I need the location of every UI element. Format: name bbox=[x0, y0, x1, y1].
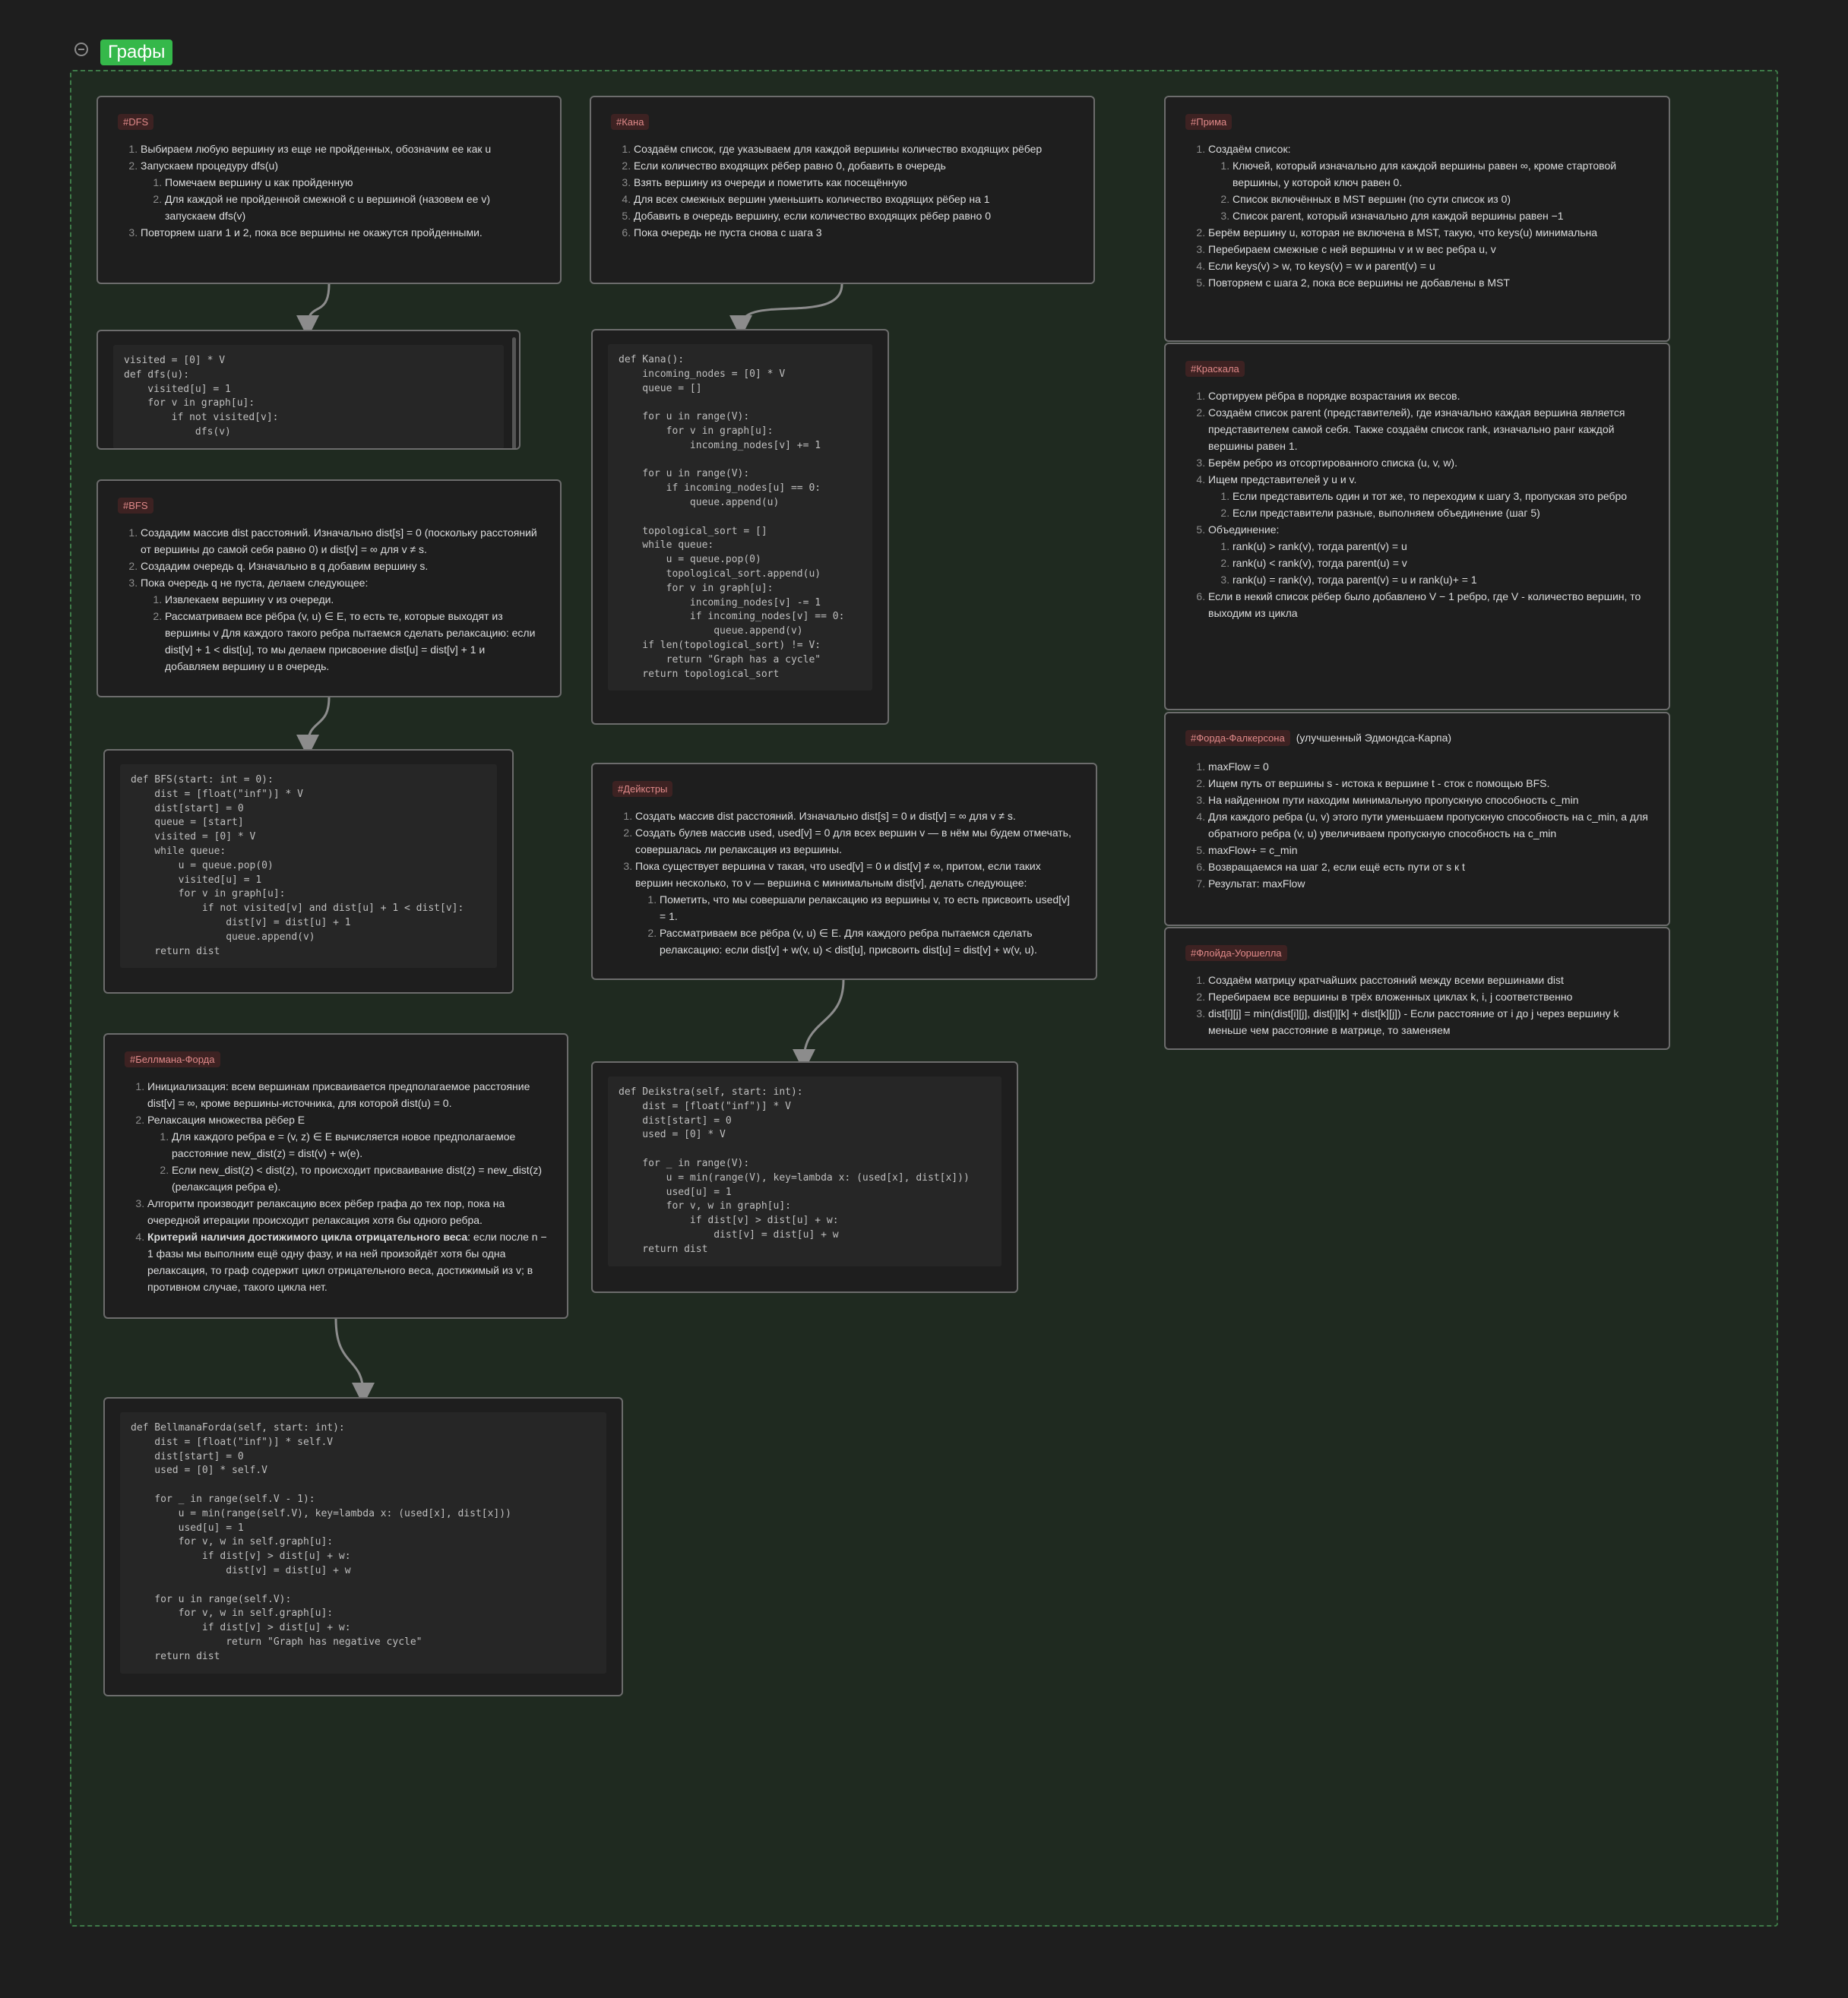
list-item: maxFlow+ = c_min bbox=[1208, 842, 1649, 858]
card-floyd[interactable]: #Флойда-Уоршелла Создаём матрицу кратчай… bbox=[1164, 927, 1670, 1050]
tag-dfs[interactable]: #DFS bbox=[118, 114, 154, 130]
edge-bfs bbox=[296, 697, 331, 757]
list-item: Извлекаем вершину v из очереди. bbox=[165, 591, 540, 608]
edge-bellman bbox=[334, 1318, 375, 1405]
list-item: maxFlow = 0 bbox=[1208, 758, 1649, 775]
list-item: Инициализация: всем вершинам присваивает… bbox=[147, 1078, 547, 1111]
list-item: Создать булев массив used, used[v] = 0 д… bbox=[635, 824, 1076, 858]
list-item: Взять вершину из очереди и пометить как … bbox=[634, 174, 1074, 191]
card-bellman[interactable]: #Беллмана-Форда Инициализация: всем верш… bbox=[103, 1033, 568, 1319]
card-dfs-code[interactable]: visited = [0] * V def dfs(u): visited[u]… bbox=[97, 330, 521, 450]
code-block: def BellmanaForda(self, start: int): dis… bbox=[120, 1412, 606, 1674]
list-item: Результат: maxFlow bbox=[1208, 875, 1649, 892]
card-kana-code[interactable]: def Kana(): incoming_nodes = [0] * V que… bbox=[591, 329, 889, 725]
list-item: Помечаем вершину u как пройденную bbox=[165, 174, 540, 191]
tag-kana[interactable]: #Кана bbox=[611, 114, 650, 130]
list-item: Если представители разные, выполняем объ… bbox=[1233, 504, 1649, 521]
list-item: Ищем представителей у u и v. Если предст… bbox=[1208, 471, 1649, 521]
list-item: Создадим очередь q. Изначально в q добав… bbox=[141, 558, 540, 574]
tag-bellman[interactable]: #Беллмана-Форда bbox=[125, 1051, 220, 1067]
list-item: Список включённых в MST вершин (по сути … bbox=[1233, 191, 1649, 207]
list-item: Если new_dist(z) < dist(z), то происходи… bbox=[172, 1162, 547, 1195]
edge-kana bbox=[729, 283, 843, 338]
list-item: Добавить в очередь вершину, если количес… bbox=[634, 207, 1074, 224]
list-item: Критерий наличия достижимого цикла отриц… bbox=[147, 1228, 547, 1295]
card-ford[interactable]: #Форда-Фалкерсона (улучшенный Эдмондса-Ка… bbox=[1164, 712, 1670, 926]
tag-ford[interactable]: #Форда-Фалкерсона bbox=[1185, 730, 1290, 746]
list-item: Релаксация множества рёбер E Для каждого… bbox=[147, 1111, 547, 1195]
list-item: Если в некий список рёбер было добавлено… bbox=[1208, 588, 1649, 621]
list-item: rank(u) > rank(v), тогда parent(v) = u bbox=[1233, 538, 1649, 555]
list-item: Перебираем все вершины в трёх вложенных … bbox=[1208, 988, 1649, 1005]
code-block: def BFS(start: int = 0): dist = [float("… bbox=[120, 764, 497, 969]
list-item: Запускаем процедуру dfs(u) Помечаем верш… bbox=[141, 157, 540, 224]
edge-dfs bbox=[296, 283, 331, 338]
list-item: Алгоритм производит релаксацию всех рёбе… bbox=[147, 1195, 547, 1228]
list-item: rank(u) = rank(v), тогда parent(v) = u и… bbox=[1233, 571, 1649, 588]
list-item: Если представитель один и тот же, то пер… bbox=[1233, 488, 1649, 504]
list-item: Берём ребро из отсортированного списка (… bbox=[1208, 454, 1649, 471]
code-block: def Kana(): incoming_nodes = [0] * V que… bbox=[608, 344, 872, 691]
list-item: Возвращаемся на шаг 2, если ещё есть пут… bbox=[1208, 858, 1649, 875]
list-item: Создаём список parent (представителей), … bbox=[1208, 404, 1649, 454]
tag-bfs[interactable]: #BFS bbox=[118, 498, 153, 514]
list-item: Пока очередь q не пуста, делаем следующе… bbox=[141, 574, 540, 675]
list-item: Выбираем любую вершину из еще не пройден… bbox=[141, 141, 540, 157]
list-item: Для каждого ребра (u, v) этого пути умен… bbox=[1208, 808, 1649, 842]
card-bfs-code[interactable]: def BFS(start: int = 0): dist = [float("… bbox=[103, 749, 514, 994]
card-kana[interactable]: #Кана Создаём список, где указываем для … bbox=[590, 96, 1095, 284]
list-item: Для всех смежных вершин уменьшить количе… bbox=[634, 191, 1074, 207]
list-item: На найденном пути находим минимальную пр… bbox=[1208, 792, 1649, 808]
list-item: Для каждой не пройденной смежной с u вер… bbox=[165, 191, 540, 224]
list-item: Создать массив dist расстояний. Изначаль… bbox=[635, 808, 1076, 824]
list-item: Повторяем с шага 2, пока все вершины не … bbox=[1208, 274, 1649, 291]
list-item: Рассматриваем все рёбра (v, u) ∈ E. Для … bbox=[660, 925, 1076, 958]
list-item: Ищем путь от вершины s - истока к вершин… bbox=[1208, 775, 1649, 792]
list-item: Создаём список, где указываем для каждой… bbox=[634, 141, 1074, 157]
card-dfs[interactable]: #DFS Выбираем любую вершину из еще не пр… bbox=[97, 96, 562, 284]
list-item: Пока очередь не пуста снова с шага 3 bbox=[634, 224, 1074, 241]
code-block: visited = [0] * V def dfs(u): visited[u]… bbox=[113, 345, 504, 448]
list-item: Создаём матрицу кратчайших расстояний ме… bbox=[1208, 972, 1649, 988]
code-block: def Deikstra(self, start: int): dist = [… bbox=[608, 1076, 1002, 1266]
list-item: Для каждого ребра e = (v, z) ∈ E вычисля… bbox=[172, 1128, 547, 1162]
list-item: Пока существует вершина v такая, что use… bbox=[635, 858, 1076, 958]
list-item: Создаём список: Ключей, который изначаль… bbox=[1208, 141, 1649, 224]
list-item: Пометить, что мы совершали релаксацию из… bbox=[660, 891, 1076, 925]
scrollbar[interactable] bbox=[512, 337, 516, 448]
list-item: Объединение: rank(u) > rank(v), тогда pa… bbox=[1208, 521, 1649, 588]
edge-dijkstra bbox=[793, 979, 845, 1072]
list-item: rank(u) < rank(v), тогда parent(u) = v bbox=[1233, 555, 1649, 571]
list-item: Перебираем смежные с ней вершины v и w в… bbox=[1208, 241, 1649, 258]
ford-subtitle: (улучшенный Эдмондса-Карпа) bbox=[1296, 732, 1452, 744]
card-kraskal[interactable]: #Краскала Сортируем рёбра в порядке возр… bbox=[1164, 343, 1670, 710]
card-prima[interactable]: #Прима Создаём список: Ключей, который и… bbox=[1164, 96, 1670, 342]
card-bellman-code[interactable]: def BellmanaForda(self, start: int): dis… bbox=[103, 1397, 623, 1696]
card-bfs[interactable]: #BFS Создадим массив dist расстояний. Из… bbox=[97, 479, 562, 697]
tag-prima[interactable]: #Прима bbox=[1185, 114, 1233, 130]
list-item: Список parent, который изначально для ка… bbox=[1233, 207, 1649, 224]
list-item: Если количество входящих рёбер равно 0, … bbox=[634, 157, 1074, 174]
card-dijkstra-code[interactable]: def Deikstra(self, start: int): dist = [… bbox=[591, 1061, 1018, 1293]
list-item: Повторяем шаги 1 и 2, пока все вершины н… bbox=[141, 224, 540, 241]
list-item: Сортируем рёбра в порядке возрастания их… bbox=[1208, 387, 1649, 404]
list-item: Создадим массив dist расстояний. Изначал… bbox=[141, 524, 540, 558]
list-item: Если keys(v) > w, то keys(v) = w и paren… bbox=[1208, 258, 1649, 274]
list-item: dist[i][j] = min(dist[i][j], dist[i][k] … bbox=[1208, 1005, 1649, 1039]
list-item: Ключей, который изначально для каждой ве… bbox=[1233, 157, 1649, 191]
card-dijkstra[interactable]: #Дейкстры Создать массив dist расстояний… bbox=[591, 763, 1097, 980]
tag-kraskal[interactable]: #Краскала bbox=[1185, 361, 1245, 377]
list-item: Берём вершину u, которая не включена в M… bbox=[1208, 224, 1649, 241]
tag-floyd[interactable]: #Флойда-Уоршелла bbox=[1185, 945, 1287, 961]
tag-dijkstra[interactable]: #Дейкстры bbox=[612, 781, 673, 797]
list-item: Рассматриваем все рёбра (v, u) ∈ E, то е… bbox=[165, 608, 540, 675]
